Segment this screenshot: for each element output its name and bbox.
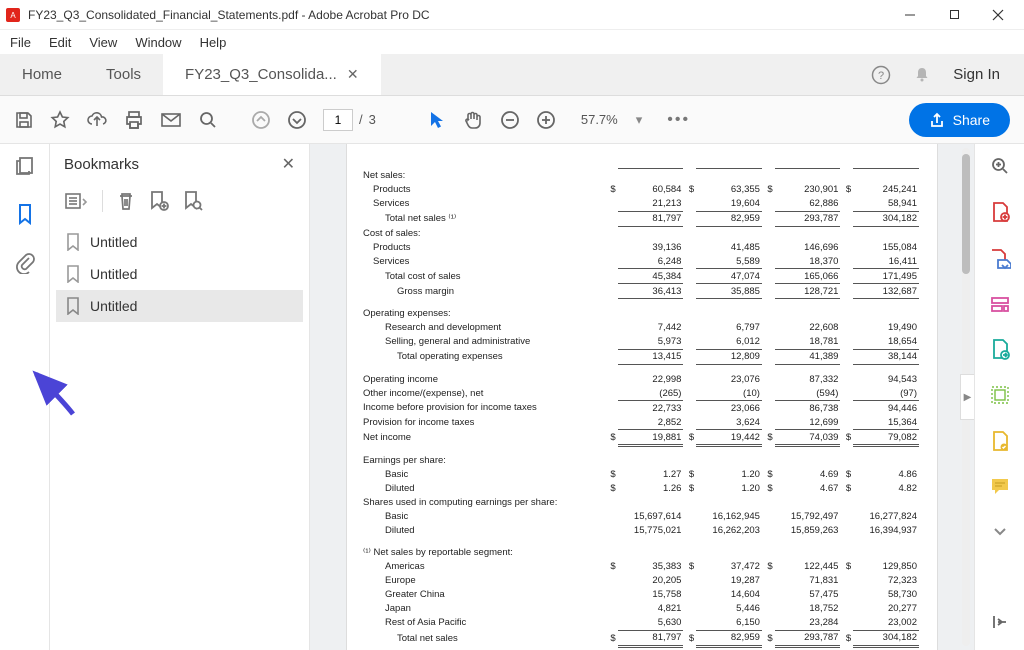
delete-bookmark-icon[interactable] (117, 191, 135, 211)
bookmarks-panel: Bookmarks ✕ Untitled Untitled Untitled (50, 144, 310, 650)
bookmark-item[interactable]: Untitled (56, 258, 303, 290)
organize-pages-icon[interactable] (990, 338, 1010, 365)
bookmarks-toolbar (50, 184, 309, 222)
tab-home[interactable]: Home (0, 54, 84, 95)
menu-file[interactable]: File (10, 35, 31, 50)
main-area: Bookmarks ✕ Untitled Untitled Untitled ◀… (0, 144, 1024, 650)
sign-in-link[interactable]: Sign In (953, 66, 1000, 83)
edit-pdf-icon[interactable] (990, 295, 1010, 318)
menu-edit[interactable]: Edit (49, 35, 71, 50)
tab-tools[interactable]: Tools (84, 54, 163, 95)
page-down-icon[interactable] (287, 110, 307, 130)
menu-help[interactable]: Help (200, 35, 227, 50)
close-panel-icon[interactable]: ✕ (282, 154, 295, 174)
cloud-upload-icon[interactable] (86, 110, 108, 130)
tab-close-icon[interactable]: ✕ (347, 66, 359, 83)
bookmarks-title: Bookmarks (64, 156, 139, 173)
more-tools-icon[interactable]: ••• (667, 111, 690, 129)
share-button[interactable]: Share (909, 103, 1010, 137)
help-icon[interactable]: ? (871, 65, 891, 85)
hand-tool-icon[interactable] (462, 109, 484, 131)
new-bookmark-icon[interactable] (149, 190, 169, 212)
mail-icon[interactable] (160, 111, 182, 129)
bookmark-item[interactable]: Untitled (56, 290, 303, 322)
find-icon[interactable] (198, 110, 218, 130)
document-page: Net sales:Products$60,584$63,355$230,901… (347, 144, 937, 650)
close-window-button[interactable] (976, 1, 1020, 29)
tabbar: Home Tools FY23_Q3_Consolida...✕ ? Sign … (0, 54, 1024, 96)
create-pdf-icon[interactable] (990, 201, 1010, 228)
page-number-input[interactable] (323, 109, 353, 131)
selection-tool-icon[interactable] (428, 110, 446, 130)
document-area[interactable]: Net sales:Products$60,584$63,355$230,901… (310, 144, 974, 650)
bookmarks-rail-icon[interactable] (16, 203, 34, 230)
zoom-in-icon[interactable] (536, 110, 556, 130)
bookmarks-list: Untitled Untitled Untitled (50, 222, 309, 326)
save-icon[interactable] (14, 110, 34, 130)
menubar: File Edit View Window Help (0, 30, 1024, 54)
page-total: 3 (369, 112, 376, 127)
bookmark-options-icon[interactable] (64, 191, 88, 211)
expand-tools-icon[interactable] (991, 613, 1009, 636)
menu-window[interactable]: Window (135, 35, 181, 50)
tab-document[interactable]: FY23_Q3_Consolida...✕ (163, 54, 381, 95)
star-icon[interactable] (50, 110, 70, 130)
attachments-icon[interactable] (15, 252, 35, 279)
fill-sign-icon[interactable] (990, 430, 1010, 457)
maximize-button[interactable] (932, 1, 976, 29)
collapse-right-icon[interactable]: ▶ (960, 374, 974, 420)
minimize-button[interactable] (888, 1, 932, 29)
zoom-out-icon[interactable] (500, 110, 520, 130)
svg-text:?: ? (878, 70, 884, 82)
pdf-icon: A (4, 6, 22, 24)
toolbar: / 3 57.7%▾ ••• Share (0, 96, 1024, 144)
print-icon[interactable] (124, 110, 144, 130)
titlebar: A FY23_Q3_Consolidated_Financial_Stateme… (0, 0, 1024, 30)
chevron-down-icon[interactable] (992, 524, 1008, 542)
window-title: FY23_Q3_Consolidated_Financial_Statement… (28, 8, 888, 22)
export-pdf-icon[interactable] (989, 248, 1011, 275)
search-tool-icon[interactable] (990, 156, 1010, 181)
left-rail (0, 144, 50, 650)
svg-text:A: A (10, 11, 16, 20)
sticky-note-icon[interactable] (990, 477, 1010, 500)
menu-view[interactable]: View (89, 35, 117, 50)
bell-icon[interactable] (913, 66, 931, 84)
right-rail (974, 144, 1024, 650)
page-indicator: / 3 (323, 109, 376, 131)
zoom-select[interactable]: 57.7%▾ (572, 108, 651, 132)
thumbnails-icon[interactable] (15, 156, 35, 181)
comment-icon[interactable] (990, 385, 1010, 410)
bookmark-item[interactable]: Untitled (56, 226, 303, 258)
find-bookmark-icon[interactable] (183, 190, 203, 212)
page-up-icon[interactable] (251, 110, 271, 130)
